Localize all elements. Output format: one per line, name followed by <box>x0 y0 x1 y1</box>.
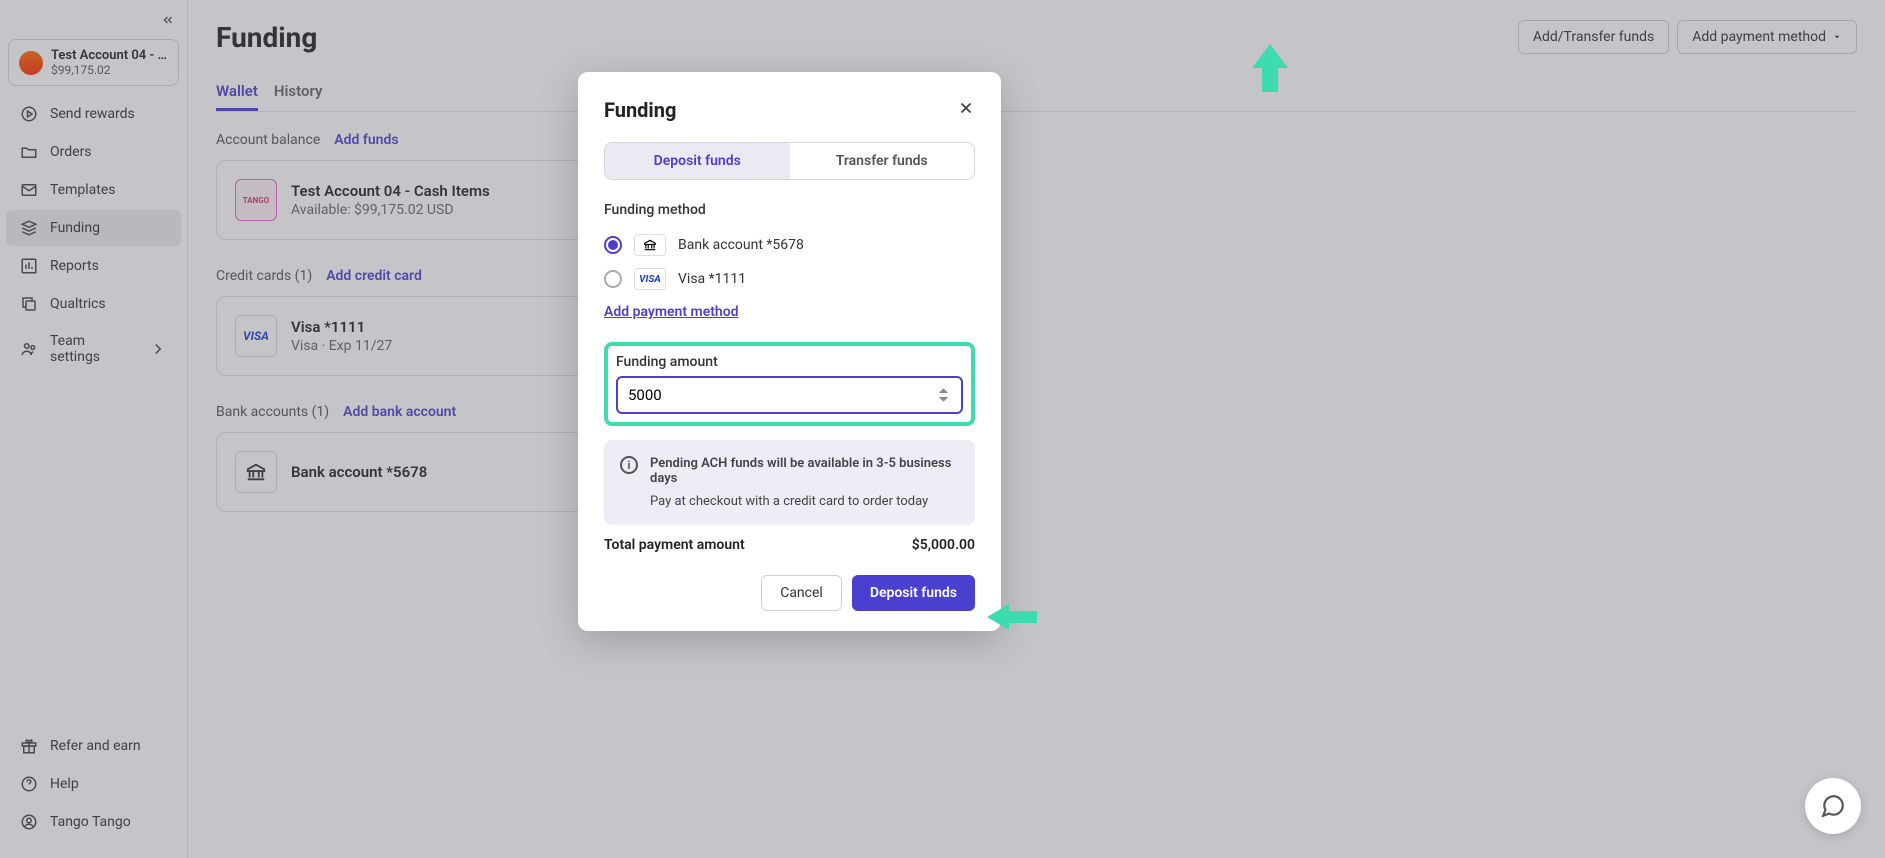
total-row: Total payment amount $5,000.00 <box>604 537 975 553</box>
modal-close-button[interactable] <box>957 98 975 122</box>
tab-deposit-funds[interactable]: Deposit funds <box>605 143 790 179</box>
radio-unchecked-icon <box>604 270 622 288</box>
cancel-button[interactable]: Cancel <box>761 575 842 611</box>
bank-mini-icon <box>634 234 666 256</box>
funding-amount-highlight: Funding amount <box>604 342 975 426</box>
funding-amount-input[interactable] <box>616 376 963 414</box>
info-bold: Pending ACH funds will be available in 3… <box>650 456 959 486</box>
total-label: Total payment amount <box>604 537 745 553</box>
total-value: $5,000.00 <box>912 537 975 553</box>
method-bank[interactable]: Bank account *5678 <box>604 228 975 262</box>
close-icon <box>957 99 975 117</box>
info-icon: i <box>620 456 638 474</box>
info-sub: Pay at checkout with a credit card to or… <box>650 494 959 509</box>
ach-info-box: i Pending ACH funds will be available in… <box>604 440 975 525</box>
tab-transfer-funds[interactable]: Transfer funds <box>790 143 975 179</box>
add-payment-method-link[interactable]: Add payment method <box>604 304 739 320</box>
method-label: Visa *1111 <box>678 271 746 287</box>
funding-method-label: Funding method <box>604 202 975 218</box>
modal-header: Funding <box>604 98 975 122</box>
deposit-funds-button[interactable]: Deposit funds <box>852 575 975 611</box>
funding-modal: Funding Deposit funds Transfer funds Fun… <box>578 72 1001 631</box>
modal-tabs: Deposit funds Transfer funds <box>604 142 975 180</box>
chat-support-button[interactable] <box>1805 778 1861 834</box>
modal-footer: Cancel Deposit funds <box>604 575 975 611</box>
method-visa[interactable]: VISA Visa *1111 <box>604 262 975 296</box>
radio-checked-icon <box>604 236 622 254</box>
method-label: Bank account *5678 <box>678 237 804 253</box>
funding-amount-label: Funding amount <box>616 354 963 370</box>
modal-title: Funding <box>604 98 676 122</box>
annotation-arrow-left <box>987 604 1037 630</box>
annotation-arrow-up <box>1250 44 1290 92</box>
info-text: Pending ACH funds will be available in 3… <box>650 456 959 509</box>
chat-icon <box>1820 793 1846 819</box>
visa-mini-icon: VISA <box>634 268 666 290</box>
